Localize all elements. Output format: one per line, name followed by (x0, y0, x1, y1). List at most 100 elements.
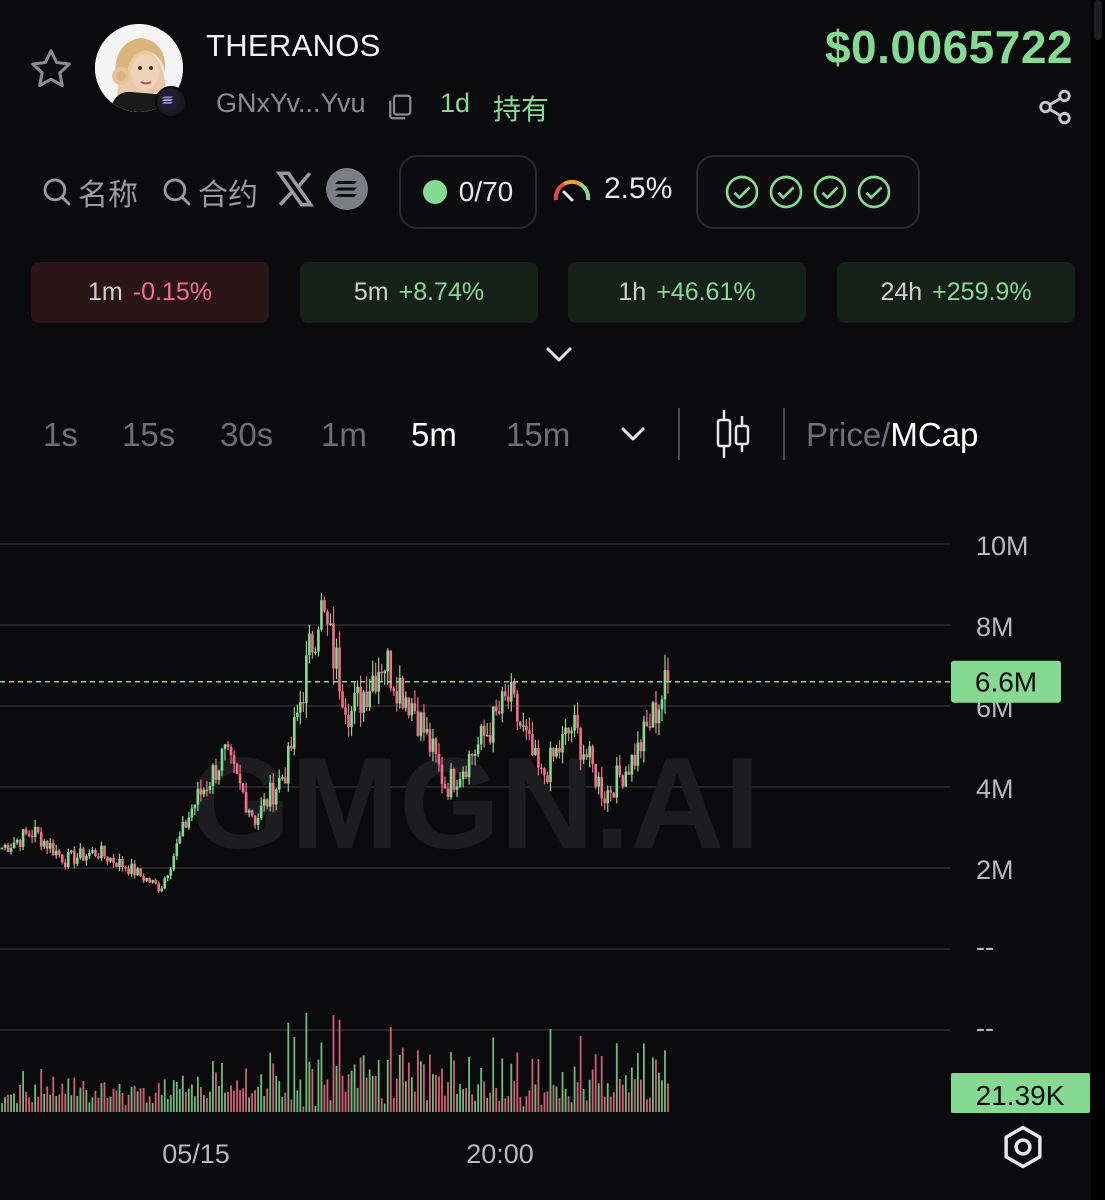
candle-body (253, 815, 257, 825)
star-icon[interactable] (28, 46, 74, 92)
copy-icon[interactable] (384, 92, 414, 122)
candle-body (308, 633, 311, 656)
timeframe-1s[interactable]: 1s (43, 416, 78, 454)
search-name-button[interactable]: 名称 (40, 170, 138, 214)
volume-bar (73, 1077, 76, 1112)
candle-body (606, 790, 610, 804)
volume-bar (603, 1096, 606, 1112)
price-mcap-toggle[interactable]: Price/MCap (806, 416, 978, 454)
timeframe-15s[interactable]: 15s (122, 416, 175, 454)
candle-body (88, 852, 91, 856)
candle-body (112, 857, 115, 863)
candle-body (265, 799, 269, 807)
candlestick-type-icon[interactable] (713, 408, 753, 460)
candle-body (323, 600, 326, 612)
candle-body (491, 706, 495, 743)
volume-bar (79, 1087, 82, 1112)
candle-body (127, 868, 130, 874)
change-5m[interactable]: 5m +8.74% (300, 262, 538, 323)
volume-bar (495, 1087, 498, 1112)
solana-icon[interactable] (326, 168, 368, 210)
candle-body (386, 650, 390, 672)
volume-bar (248, 1097, 251, 1112)
contract-address[interactable]: GNxYv...Yvu (216, 88, 366, 119)
volume-bar (139, 1088, 142, 1112)
volume-bar (368, 1069, 371, 1112)
candle-body (350, 711, 353, 728)
volume-bar (537, 1059, 540, 1112)
volume-bar (100, 1083, 103, 1112)
change-1m[interactable]: 1m -0.15% (31, 262, 269, 323)
volume-bar (450, 1051, 452, 1112)
volume-bar (501, 1058, 504, 1112)
candle-body (500, 691, 504, 714)
timeframe-30s[interactable]: 30s (220, 416, 273, 454)
price-chart[interactable]: GMGN.AI10M8M6M4M2M----6.6M21.39K05/15 20:… (0, 500, 1105, 1200)
candle-body (482, 726, 486, 736)
x-twitter-icon[interactable] (274, 168, 316, 210)
candle-body (148, 878, 151, 883)
candle-body (431, 738, 435, 752)
search-contract-button[interactable]: 合约 (160, 170, 258, 214)
volume-bar (305, 1012, 308, 1112)
candle-body (9, 848, 13, 852)
volume-bar (181, 1075, 184, 1112)
candle-body (115, 862, 118, 868)
hold-link[interactable]: 持有 (493, 88, 549, 128)
candle-body (187, 817, 191, 828)
volume-bar (178, 1089, 181, 1112)
candle-body (503, 691, 507, 697)
volume-bar (55, 1096, 58, 1112)
timeframe-15m[interactable]: 15m (506, 416, 570, 454)
candle-body (244, 792, 248, 813)
volume-bar (43, 1093, 46, 1112)
candle-body (513, 681, 516, 694)
holders-pill[interactable]: 0/70 (399, 155, 537, 229)
change-1h[interactable]: 1h +46.61% (568, 262, 806, 323)
volume-bar (474, 1100, 477, 1112)
search-name-label: 名称 (78, 179, 138, 212)
candle-body (0, 847, 4, 850)
volume-bar (432, 1074, 434, 1112)
timeframe-more-icon[interactable] (620, 424, 646, 444)
toolbar-divider (678, 408, 680, 460)
volume-bar (272, 1063, 275, 1112)
candle-body (151, 880, 154, 883)
candle-body (446, 788, 450, 797)
volume-bar (558, 1098, 561, 1112)
candle-body (374, 675, 377, 692)
volume-bar (407, 1062, 410, 1112)
volume-bar (350, 1070, 353, 1112)
volume-bar (239, 1090, 241, 1112)
volume-bar (579, 1036, 582, 1112)
change-24h[interactable]: 24h +259.9% (837, 262, 1075, 323)
scroll-thumb[interactable] (1094, 0, 1102, 40)
volume-bar (61, 1083, 64, 1112)
candle-body (467, 754, 471, 778)
volume-bar (462, 1089, 464, 1112)
volume-bar (585, 1100, 588, 1112)
candle-body (555, 748, 558, 757)
candle-body (353, 693, 356, 712)
candle-body (335, 647, 338, 669)
candle-body (645, 721, 649, 727)
volume-bar (19, 1085, 21, 1112)
volume-bar (356, 1087, 359, 1112)
volume-bar (326, 1079, 329, 1112)
chart-settings-icon[interactable] (1000, 1124, 1046, 1170)
timeframe-1m[interactable]: 1m (321, 416, 367, 454)
security-checks-pill[interactable] (696, 155, 920, 229)
volume-bar (221, 1062, 223, 1112)
volume-bar (516, 1052, 519, 1112)
share-icon[interactable] (1036, 88, 1074, 126)
volume-bar (636, 1052, 639, 1112)
change-value: +8.74% (398, 278, 485, 306)
volume-bar (218, 1086, 220, 1112)
expand-chevron-icon[interactable] (544, 344, 574, 366)
candle-body (567, 727, 570, 734)
volume-bar (555, 1086, 558, 1112)
change-period: 24h (880, 278, 923, 306)
candle-body (497, 711, 501, 714)
candle-body (193, 804, 197, 809)
timeframe-5m[interactable]: 5m (411, 416, 457, 454)
